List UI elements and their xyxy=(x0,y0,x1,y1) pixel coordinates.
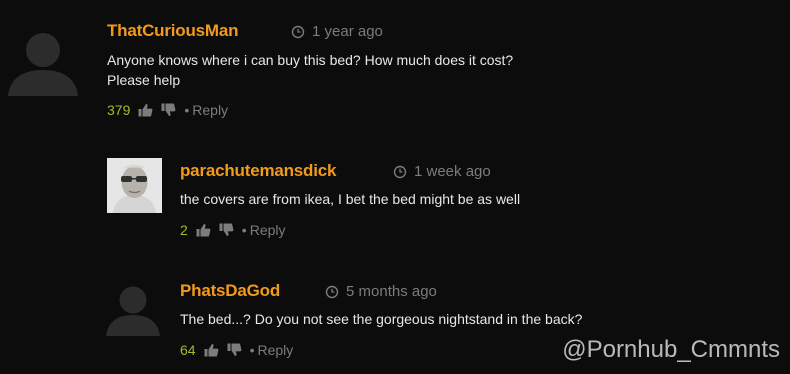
reply-link[interactable]: Reply xyxy=(192,102,228,118)
timestamp-text: 1 year ago xyxy=(312,23,383,40)
reply-link[interactable]: Reply xyxy=(257,342,293,358)
thumbs-down-icon[interactable] xyxy=(161,103,176,117)
reply-link[interactable]: Reply xyxy=(250,222,286,238)
thumbs-down-icon[interactable] xyxy=(227,343,242,357)
timestamp: 1 year ago xyxy=(291,23,383,40)
comment-text-line: Please help xyxy=(107,72,181,88)
vote-count: 379 xyxy=(107,102,131,118)
comment-text-line: The bed...? Do you not see the gorgeous … xyxy=(180,311,583,327)
comment-text-line: Anyone knows where i can buy this bed? H… xyxy=(107,52,514,68)
timestamp-text: 5 months ago xyxy=(346,283,437,300)
comment-actions: 379 • Reply xyxy=(107,102,228,118)
comment-text: the covers are from ikea, I bet the bed … xyxy=(180,189,520,209)
watermark: @Pornhub_Cmmnts xyxy=(562,336,780,363)
avatar[interactable] xyxy=(104,278,162,336)
thumbs-up-icon[interactable] xyxy=(196,223,211,237)
username[interactable]: ThatCuriousMan xyxy=(107,21,239,41)
vote-count: 2 xyxy=(180,222,188,238)
comment-actions: 2 • Reply xyxy=(180,222,286,238)
comment-text-line: the covers are from ikea, I bet the bed … xyxy=(180,191,521,207)
thumbs-down-icon[interactable] xyxy=(219,223,234,237)
thumbs-up-icon[interactable] xyxy=(204,343,219,357)
avatar[interactable] xyxy=(107,158,162,213)
user-silhouette-icon xyxy=(106,286,160,336)
profile-photo-icon xyxy=(107,158,162,213)
thumbs-up-icon[interactable] xyxy=(138,103,153,117)
separator-dot: • xyxy=(249,342,255,358)
comment-text: The bed...? Do you not see the gorgeous … xyxy=(180,309,582,329)
username[interactable]: PhatsDaGod xyxy=(180,281,280,301)
user-silhouette-icon xyxy=(8,33,78,96)
clock-icon xyxy=(325,285,339,298)
comment-text: Anyone knows where i can buy this bed? H… xyxy=(107,50,513,90)
separator-dot: • xyxy=(241,222,247,238)
username[interactable]: parachutemansdick xyxy=(180,161,336,181)
comment-actions: 64 • Reply xyxy=(180,342,293,358)
clock-icon xyxy=(393,165,407,178)
avatar[interactable] xyxy=(6,22,80,96)
timestamp: 1 week ago xyxy=(393,163,491,180)
timestamp-text: 1 week ago xyxy=(414,163,491,180)
separator-dot: • xyxy=(184,102,190,118)
timestamp: 5 months ago xyxy=(325,283,437,300)
vote-count: 64 xyxy=(180,342,196,358)
clock-icon xyxy=(291,25,305,38)
